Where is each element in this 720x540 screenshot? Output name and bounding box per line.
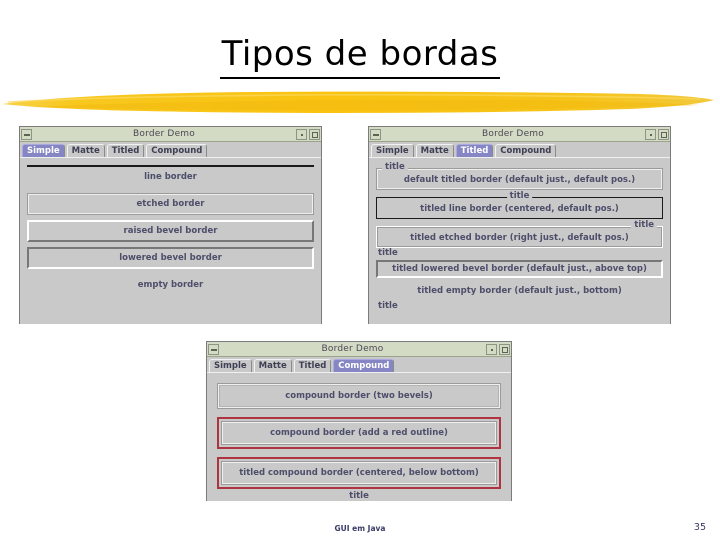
tab-matte[interactable]: Matte [253,359,292,372]
sample-lowered-bevel-border: lowered bevel border [27,247,314,269]
slide-footer: GUI em Java [334,524,386,533]
sample-label: compound border (add a red outline) [221,421,497,445]
window-title: Border Demo [133,129,195,139]
tab-bar: Simple Matte Titled Compound [20,142,321,157]
tab-titled[interactable]: Titled [455,144,494,157]
restore-icon[interactable] [645,128,656,140]
border-title-label: title [378,301,398,311]
border-title-label: title [349,491,369,501]
sample-label: titled etched border (right just., defau… [376,226,663,248]
border-demo-window-titled[interactable]: Border Demo Simple Matte Titled Compound… [368,126,671,324]
tab-bar: Simple Matte Titled Compound [369,142,670,157]
sample-line-border: line border [27,165,314,189]
restore-icon[interactable] [296,128,307,140]
window-titlebar: Border Demo [20,127,321,142]
tab-compound[interactable]: Compound [495,144,557,157]
sample-titled-compound-border: titled compound border (centered, below … [217,457,501,501]
tab-matte[interactable]: Matte [66,144,105,157]
sample-empty-border: empty border [27,274,314,296]
minimize-icon[interactable] [370,128,381,140]
maximize-icon[interactable] [499,343,510,355]
window-title: Border Demo [321,344,384,354]
minimize-icon[interactable] [208,343,219,355]
tab-simple[interactable]: Simple [22,144,65,157]
sample-label: titled lowered bevel border (default jus… [376,260,663,278]
yellow-brush-stroke-decoration [2,91,714,113]
page-title: Tipos de bordas [0,34,720,79]
tab-content-titled: title default titled border (default jus… [369,157,670,324]
sample-etched-border: etched border [27,193,314,215]
tab-simple[interactable]: Simple [209,359,252,372]
minimize-icon[interactable] [21,128,32,140]
tab-matte[interactable]: Matte [415,144,454,157]
sample-raised-bevel-border: raised bevel border [27,220,314,242]
window-titlebar: Border Demo [207,342,511,357]
sample-titled-empty-border: titled empty border (default just., bott… [376,283,663,311]
border-title-label: title [631,221,657,230]
border-demo-window-compound[interactable]: Border Demo Simple Matte Titled Compound… [206,341,512,501]
sample-label: titled empty border (default just., bott… [376,283,663,299]
sample-titled-line-border: title titled line border (centered, defa… [376,192,663,219]
border-title-label: title [382,163,408,172]
sample-default-titled-border: title default titled border (default jus… [376,163,663,190]
tab-content-simple: line border etched border raised bevel b… [20,157,321,324]
maximize-icon[interactable] [658,128,669,140]
maximize-icon[interactable] [309,128,320,140]
red-outline-frame: titled compound border (centered, below … [217,457,501,489]
tab-compound[interactable]: Compound [333,359,395,372]
sample-compound-border-two-bevels: compound border (two bevels) [217,383,501,409]
border-title-label: title [378,248,398,258]
window-titlebar: Border Demo [369,127,670,142]
window-title: Border Demo [482,129,544,139]
tab-bar: Simple Matte Titled Compound [207,357,511,372]
tab-titled[interactable]: Titled [106,144,145,157]
page-title-text: Tipos de bordas [219,34,501,79]
sample-titled-etched-border: title titled etched border (right just.,… [376,221,663,248]
slide-page-number: 35 [693,522,706,533]
tab-simple[interactable]: Simple [371,144,414,157]
sample-titled-lowered-bevel-border: title titled lowered bevel border (defau… [376,249,663,278]
sample-label: titled compound border (centered, below … [221,461,497,485]
sample-compound-border-red-outline: compound border (add a red outline) [217,417,501,449]
tab-titled[interactable]: Titled [293,359,332,372]
border-demo-window-simple[interactable]: Border Demo Simple Matte Titled Compound… [19,126,322,324]
restore-icon[interactable] [486,343,497,355]
tab-content-compound: compound border (two bevels) compound bo… [207,372,511,501]
tab-compound[interactable]: Compound [146,144,208,157]
border-title-label: title [506,192,533,201]
sample-label: default titled border (default just., de… [376,168,663,190]
